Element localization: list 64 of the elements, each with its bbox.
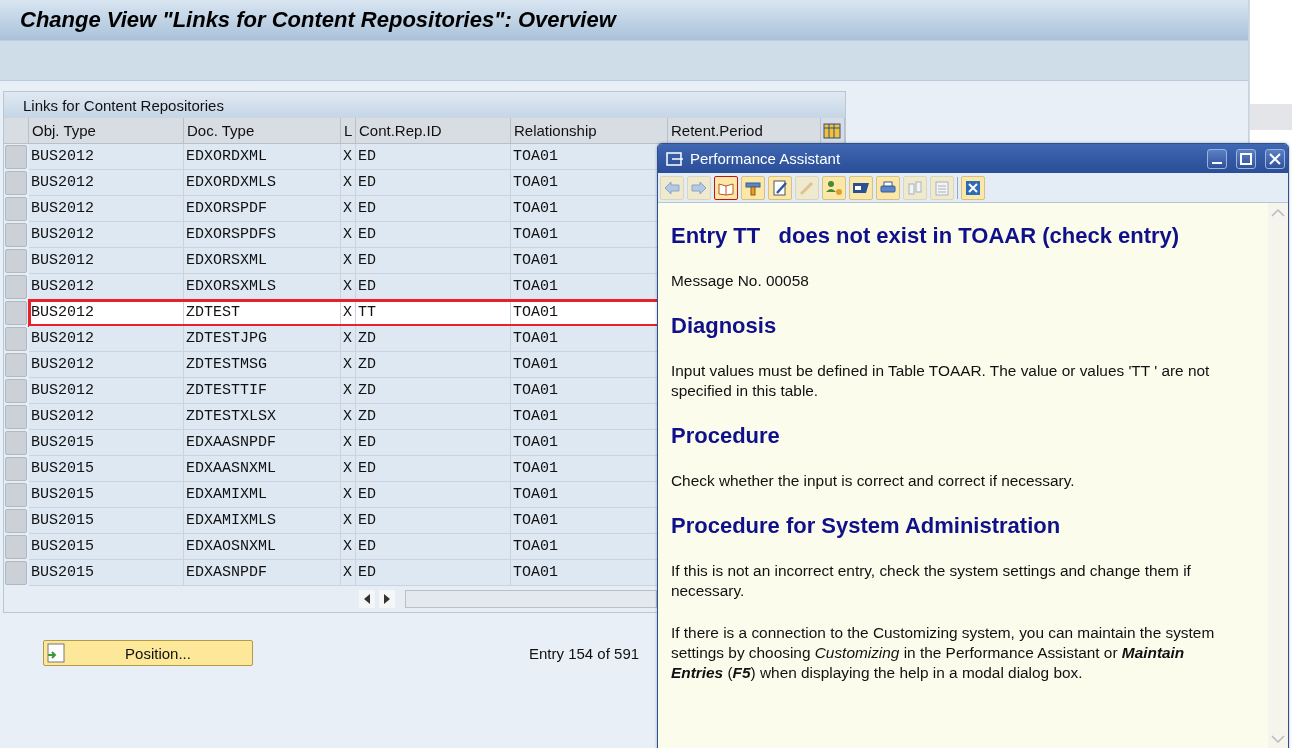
close-icon bbox=[964, 178, 982, 197]
row-selector[interactable] bbox=[5, 561, 27, 585]
horizontal-scrollbar[interactable] bbox=[405, 590, 657, 608]
row-selector[interactable] bbox=[5, 509, 27, 533]
tools-button[interactable] bbox=[741, 175, 765, 200]
help-paragraph: Message No. 00058 bbox=[671, 271, 810, 291]
table-cell: ED bbox=[356, 560, 511, 586]
column-header[interactable]: Doc. Type bbox=[184, 118, 341, 144]
maximize-button[interactable] bbox=[1236, 148, 1256, 169]
row-selector[interactable] bbox=[5, 197, 27, 221]
column-header[interactable]: Retent.Period bbox=[668, 118, 821, 144]
book-button[interactable] bbox=[714, 175, 738, 200]
position-icon bbox=[46, 643, 66, 663]
table-title: Links for Content Repositories bbox=[4, 92, 845, 118]
minimize-button[interactable] bbox=[1207, 148, 1227, 169]
row-selector[interactable] bbox=[5, 249, 27, 273]
scroll-right-button[interactable] bbox=[379, 590, 395, 608]
window-title: Change View "Links for Content Repositories": Overview bbox=[20, 7, 616, 33]
document-list-icon bbox=[933, 178, 951, 197]
close-button[interactable] bbox=[1265, 148, 1285, 169]
help-paragraph: If there is a connection to the Customizing system, you can maintain the system settings by choosing Customizing in the Performance Assistant or Maintain Entries (F5) when displaying the help in a modal dialog box. bbox=[671, 623, 1216, 683]
user-key-icon bbox=[825, 178, 843, 197]
binoculars-icon bbox=[906, 178, 924, 197]
row-selector[interactable] bbox=[5, 275, 27, 299]
column-header[interactable]: Cont.Rep.ID bbox=[356, 118, 511, 144]
assistant-title: Performance Assistant bbox=[690, 150, 842, 167]
row-selector[interactable] bbox=[5, 171, 27, 195]
row-selector[interactable] bbox=[5, 405, 27, 429]
label-button[interactable] bbox=[849, 175, 873, 200]
table-cell: EDXASNPDF bbox=[184, 560, 341, 586]
row-selector[interactable] bbox=[5, 483, 27, 507]
row-selector[interactable] bbox=[5, 535, 27, 559]
edit-button[interactable] bbox=[768, 175, 792, 200]
vertical-scrollbar[interactable] bbox=[1268, 203, 1288, 748]
label-icon bbox=[853, 182, 869, 193]
row-selector[interactable] bbox=[5, 327, 27, 351]
column-header[interactable]: L bbox=[341, 118, 356, 144]
user-key-button[interactable] bbox=[822, 175, 846, 200]
scroll-left-button[interactable] bbox=[359, 590, 375, 608]
scroll-up-icon[interactable] bbox=[1271, 209, 1285, 217]
table-cell: X bbox=[341, 560, 356, 586]
position-button[interactable]: Position... bbox=[43, 640, 253, 666]
left-triangle-icon bbox=[363, 594, 371, 604]
row-selector[interactable] bbox=[5, 301, 27, 325]
row-selector[interactable] bbox=[5, 379, 27, 403]
column-settings-icon[interactable] bbox=[821, 118, 845, 144]
row-selector[interactable] bbox=[5, 223, 27, 247]
column-header[interactable]: Obj. Type bbox=[29, 118, 184, 144]
close-icon bbox=[1269, 152, 1281, 165]
table-cell: BUS2015 bbox=[29, 560, 184, 586]
column-header[interactable]: Relationship bbox=[511, 118, 668, 144]
maximize-icon bbox=[1240, 152, 1252, 165]
print-button[interactable] bbox=[876, 175, 900, 200]
entry-counter: Entry 154 of 591 bbox=[529, 644, 640, 662]
row-selector[interactable] bbox=[5, 457, 27, 481]
right-triangle-icon bbox=[383, 594, 391, 604]
close-button[interactable] bbox=[961, 175, 985, 200]
minimize-icon bbox=[1212, 162, 1222, 164]
window-icon bbox=[666, 150, 684, 167]
row-selector[interactable] bbox=[5, 145, 27, 169]
row-selector[interactable] bbox=[5, 431, 27, 455]
edit-document-icon bbox=[771, 178, 789, 197]
scroll-down-icon[interactable] bbox=[1271, 735, 1285, 743]
row-selector[interactable] bbox=[5, 353, 27, 377]
